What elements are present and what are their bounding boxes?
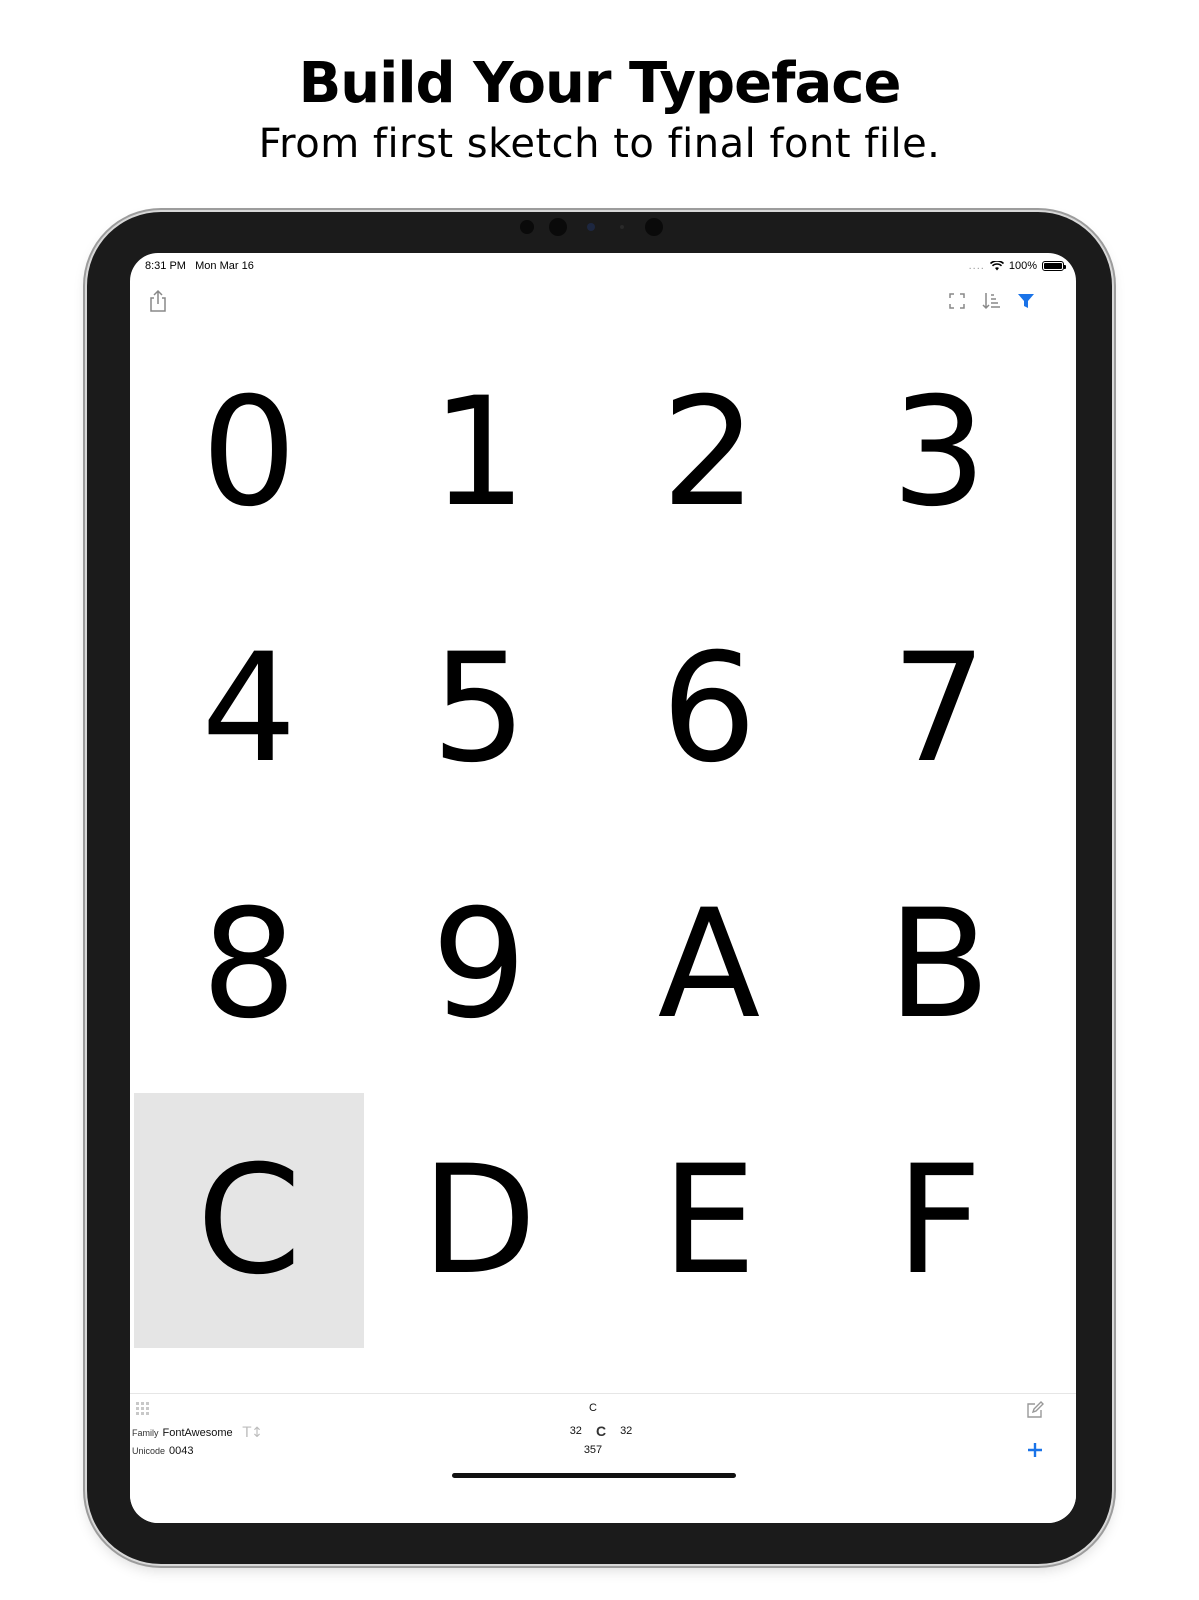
glyph-preview: C bbox=[595, 1423, 607, 1439]
family-value[interactable]: FontAwesome bbox=[163, 1427, 233, 1439]
glyph-character: A bbox=[657, 877, 761, 1052]
glyph-name: C bbox=[589, 1402, 597, 1414]
glyph-cell[interactable]: 2 bbox=[594, 325, 824, 580]
glyph-character: D bbox=[421, 1133, 537, 1308]
right-bearing-value: 32 bbox=[620, 1425, 633, 1437]
share-icon[interactable] bbox=[146, 289, 170, 313]
filter-icon[interactable] bbox=[1014, 289, 1038, 313]
glyph-grid: 0123 4567 89AB CDEF bbox=[134, 325, 1070, 1349]
glyph-cell[interactable]: E bbox=[594, 1093, 824, 1348]
glyph-cell[interactable]: D bbox=[364, 1093, 594, 1348]
status-bar-right: .... 100% bbox=[968, 257, 1066, 275]
advance-width-value: 357 bbox=[583, 1444, 603, 1456]
promo-headline: Build Your Typeface bbox=[298, 51, 902, 116]
glyph-cell[interactable]: B bbox=[824, 837, 1054, 1092]
family-row: Family FontAwesome T↕ bbox=[132, 1425, 263, 1441]
unicode-value: 0043 bbox=[169, 1445, 194, 1457]
front-camera bbox=[549, 218, 567, 236]
add-glyph-icon[interactable] bbox=[1026, 1441, 1044, 1459]
glyph-character: F bbox=[895, 1133, 983, 1308]
left-bearing-value: 32 bbox=[569, 1425, 582, 1437]
glyph-character: E bbox=[661, 1133, 757, 1308]
glyph-cell[interactable]: C bbox=[134, 1093, 364, 1348]
glyph-cell[interactable]: 7 bbox=[824, 581, 1054, 836]
fullscreen-icon[interactable] bbox=[945, 289, 969, 313]
sensor-dot bbox=[520, 220, 534, 234]
grid-view-icon[interactable] bbox=[136, 1402, 150, 1416]
promo-subheadline: From first sketch to final font file. bbox=[258, 121, 941, 167]
glyph-character: 3 bbox=[891, 365, 987, 540]
glyph-character: 7 bbox=[891, 621, 987, 796]
unicode-label: Unicode bbox=[132, 1446, 166, 1456]
home-indicator bbox=[452, 1473, 736, 1478]
glyph-character: 8 bbox=[201, 877, 297, 1052]
glyph-cell[interactable]: 1 bbox=[364, 325, 594, 580]
glyph-character: B bbox=[887, 877, 991, 1052]
text-size-icon[interactable]: T↕ bbox=[243, 1425, 263, 1441]
status-date: Mon Mar 16 bbox=[195, 260, 254, 272]
wifi-icon bbox=[989, 261, 1004, 271]
glyph-character: 9 bbox=[431, 877, 527, 1052]
sensor-dot bbox=[620, 225, 624, 229]
edit-icon[interactable] bbox=[1026, 1401, 1044, 1419]
unicode-row: Unicode 0043 bbox=[132, 1445, 194, 1457]
sort-icon[interactable] bbox=[979, 289, 1003, 313]
glyph-cell[interactable]: 3 bbox=[824, 325, 1054, 580]
glyph-cell[interactable]: F bbox=[824, 1093, 1054, 1348]
family-label: Family bbox=[132, 1428, 159, 1438]
glyph-character: 6 bbox=[661, 621, 757, 796]
glyph-cell[interactable]: 9 bbox=[364, 837, 594, 1092]
app-screen: 8:31 PM Mon Mar 16 .... 100% 01 2 3 4 5 … bbox=[130, 253, 1076, 1523]
status-time: 8:31 PM bbox=[145, 260, 186, 272]
glyph-cell[interactable]: 8 bbox=[134, 837, 364, 1092]
cellular-dots-icon: .... bbox=[968, 260, 985, 272]
glyph-info-panel: Family FontAwesome T↕ Unicode 0043 C 32 … bbox=[130, 1393, 1076, 1523]
glyph-character: 0 bbox=[201, 365, 297, 540]
glyph-cell[interactable]: 6 bbox=[594, 581, 824, 836]
battery-icon bbox=[1042, 261, 1066, 271]
sensor-dot bbox=[587, 223, 595, 231]
sensor-dot bbox=[645, 218, 663, 236]
status-bar-left: 8:31 PM Mon Mar 16 bbox=[145, 257, 254, 275]
battery-percent: 100% bbox=[1008, 260, 1037, 272]
glyph-character: 4 bbox=[201, 621, 297, 796]
glyph-cell[interactable]: 4 bbox=[134, 581, 364, 836]
glyph-character: 5 bbox=[431, 621, 527, 796]
metrics-row: 32 C 32 bbox=[551, 1423, 651, 1439]
glyph-cell[interactable]: 5 bbox=[364, 581, 594, 836]
glyph-character: 2 bbox=[661, 365, 757, 540]
glyph-character: 1 bbox=[431, 365, 527, 540]
glyph-cell[interactable]: A bbox=[594, 837, 824, 1092]
glyph-cell[interactable]: 0 bbox=[134, 325, 364, 580]
glyph-character: C bbox=[196, 1133, 302, 1308]
